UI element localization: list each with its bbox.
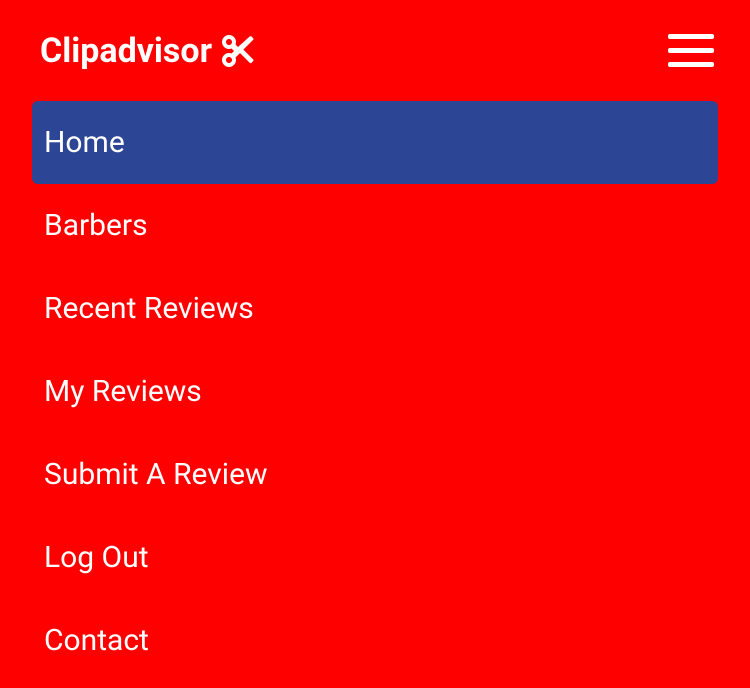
nav-item-log-out[interactable]: Log Out bbox=[32, 516, 718, 599]
scissors-icon bbox=[222, 35, 254, 67]
brand-name: Clipadvisor bbox=[40, 31, 212, 71]
nav-item-recent-reviews[interactable]: Recent Reviews bbox=[32, 267, 718, 350]
nav-item-home[interactable]: Home bbox=[32, 101, 718, 184]
hamburger-line bbox=[668, 34, 714, 39]
hamburger-menu-toggle[interactable] bbox=[668, 30, 714, 71]
hamburger-line bbox=[668, 48, 714, 53]
nav-menu: Home Barbers Recent Reviews My Reviews S… bbox=[0, 101, 750, 682]
nav-item-my-reviews[interactable]: My Reviews bbox=[32, 350, 718, 433]
nav-item-barbers[interactable]: Barbers bbox=[32, 184, 718, 267]
hamburger-line bbox=[668, 62, 714, 67]
header: Clipadvisor bbox=[0, 0, 750, 101]
nav-item-contact[interactable]: Contact bbox=[32, 599, 718, 682]
brand[interactable]: Clipadvisor bbox=[40, 31, 254, 71]
nav-item-submit-review[interactable]: Submit A Review bbox=[32, 433, 718, 516]
